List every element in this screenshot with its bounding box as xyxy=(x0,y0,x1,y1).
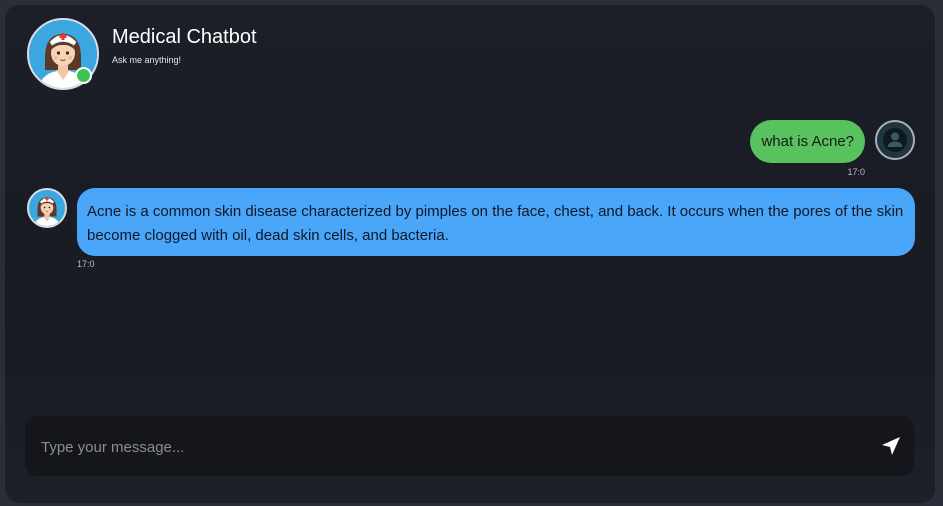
user-message-bubble: what is Acne? xyxy=(750,120,865,163)
nurse-avatar-icon xyxy=(29,190,65,226)
user-message-time: 17:0 xyxy=(847,167,865,177)
user-avatar xyxy=(875,120,915,160)
online-status-dot xyxy=(75,67,92,84)
chat-header: Medical Chatbot Ask me anything! xyxy=(5,5,935,95)
message-input[interactable] xyxy=(39,430,843,464)
chat-window: Medical Chatbot Ask me anything! what is… xyxy=(5,5,935,503)
page-title: Medical Chatbot xyxy=(112,26,257,48)
bot-message-avatar xyxy=(27,188,67,228)
bot-message-bubble: Acne is a common skin disease characteri… xyxy=(77,188,915,256)
bot-message-time: 17:0 xyxy=(77,259,95,269)
send-button[interactable] xyxy=(878,433,904,459)
send-icon xyxy=(882,437,900,455)
page-subtitle: Ask me anything! xyxy=(112,55,182,65)
user-icon xyxy=(883,128,907,152)
message-composer xyxy=(25,416,914,476)
